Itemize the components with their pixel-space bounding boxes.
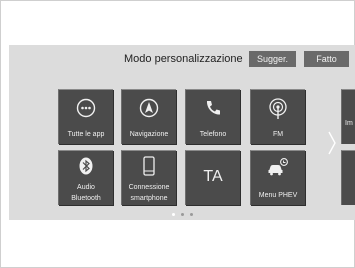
sugger-button[interactable]: Sugger. [249, 51, 296, 67]
tile-label-line2: smartphone [130, 195, 168, 202]
fatto-button[interactable]: Fatto [304, 51, 349, 67]
apps-grid-icon [76, 98, 96, 118]
tile-label-line1: Connessione [128, 184, 170, 191]
ta-label: TA [203, 168, 223, 185]
tile-label: Navigazione [129, 131, 169, 138]
tile-tutte-le-app[interactable]: Tutte le app [58, 89, 113, 144]
tile-label: FM [272, 131, 284, 138]
radio-antenna-icon [269, 98, 287, 119]
tile-navigazione[interactable]: Navigazione [121, 89, 176, 144]
tile-label-line2: Bluetooth [71, 195, 101, 202]
page-dot-3 [190, 213, 193, 216]
tile-fm[interactable]: FM [250, 89, 305, 144]
smartphone-icon [143, 156, 155, 176]
tile-ta[interactable]: TA [185, 150, 240, 205]
phone-icon [206, 101, 220, 115]
page-dot-1 [172, 213, 175, 216]
page-title: Modo personalizzazione [124, 53, 243, 65]
tile-label: Tutte le app [67, 131, 105, 138]
chevron-right-icon[interactable] [327, 130, 337, 156]
tile-audio-bluetooth[interactable]: Audio Bluetooth [58, 150, 113, 205]
tile-label: Im [345, 120, 353, 127]
page-dot-2 [181, 213, 184, 216]
tile-partial-next[interactable]: Im [341, 89, 355, 144]
tile-menu-phev[interactable]: Menu PHEV [250, 150, 305, 205]
bluetooth-icon [79, 157, 93, 175]
tile-label: Telefono [199, 131, 227, 138]
tile-partial-next-row2[interactable] [341, 150, 355, 205]
tile-connessione-smartphone[interactable]: Connessione smartphone [121, 150, 176, 205]
tile-telefono[interactable]: Telefono [185, 89, 240, 144]
tile-label: Menu PHEV [258, 192, 298, 199]
tile-label-line1: Audio [77, 184, 95, 191]
phev-car-icon [268, 158, 288, 176]
navigation-icon [139, 98, 159, 118]
